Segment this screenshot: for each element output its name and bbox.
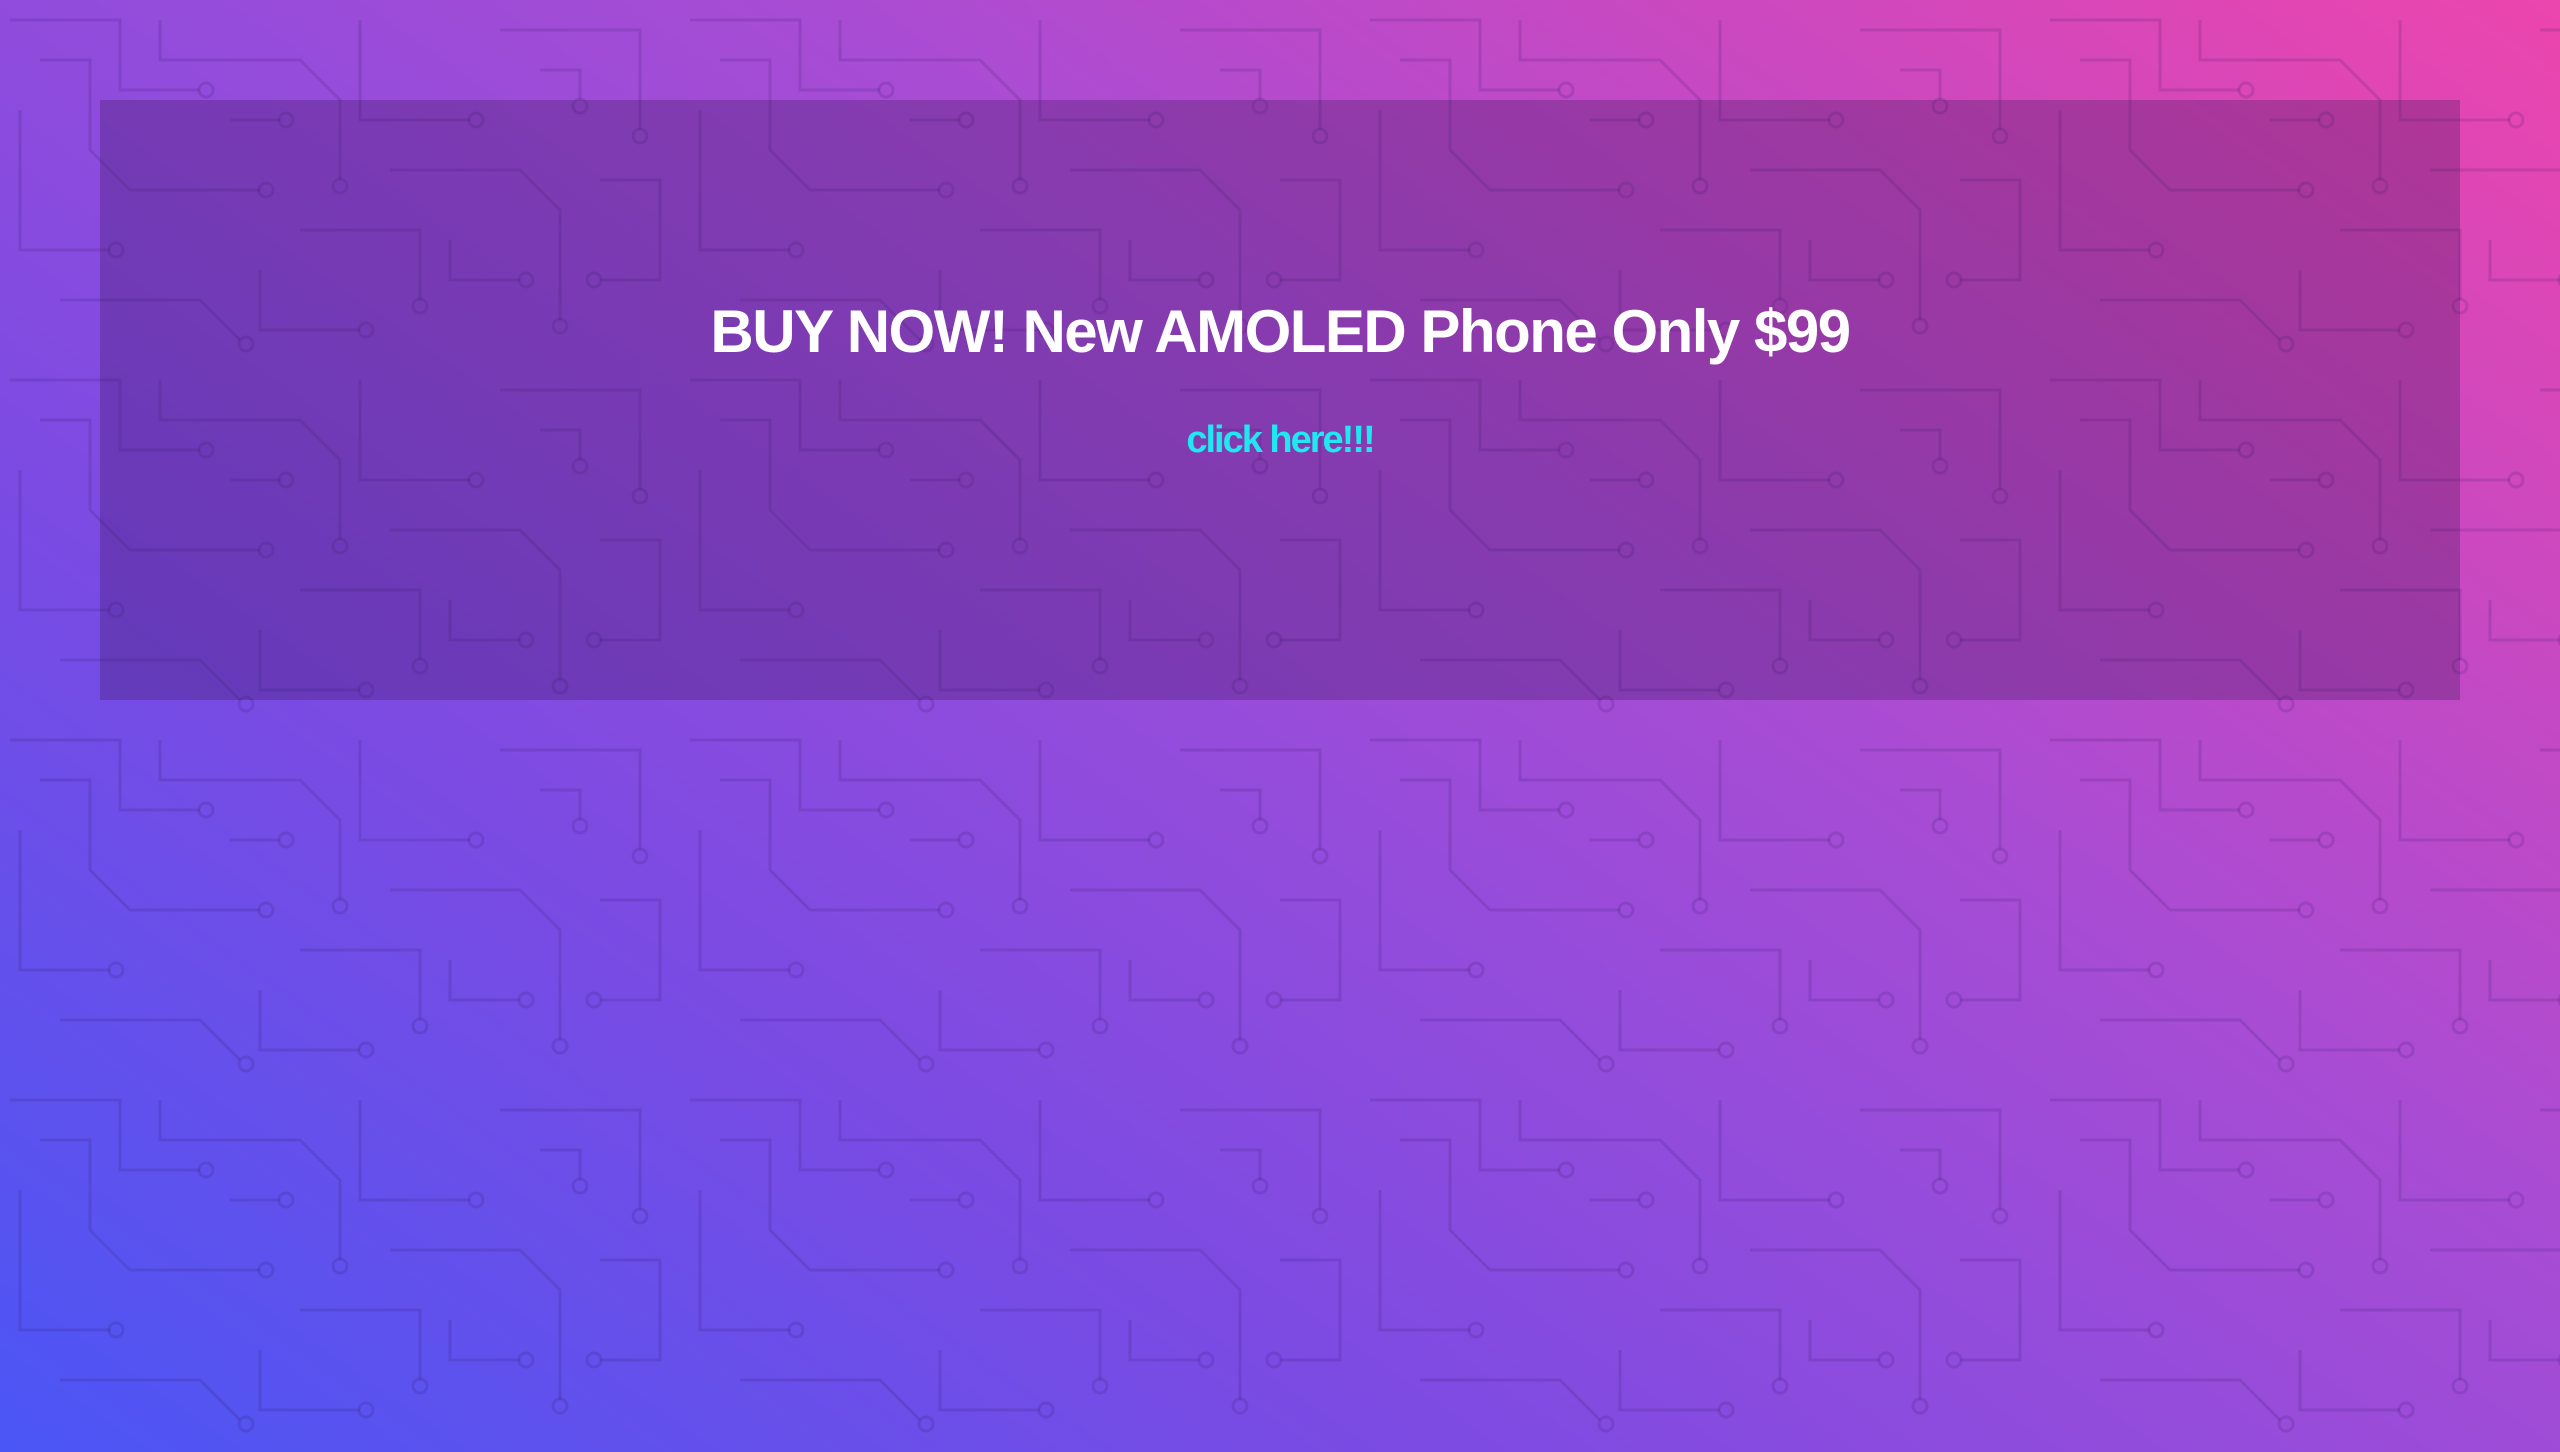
ad-headline: BUY NOW! New AMOLED Phone Only $99 <box>710 298 1851 365</box>
ad-link-container: click here!!! <box>0 412 2560 476</box>
ad-banner <box>100 100 2460 700</box>
click-here-link[interactable]: click here!!! <box>1186 419 1375 461</box>
